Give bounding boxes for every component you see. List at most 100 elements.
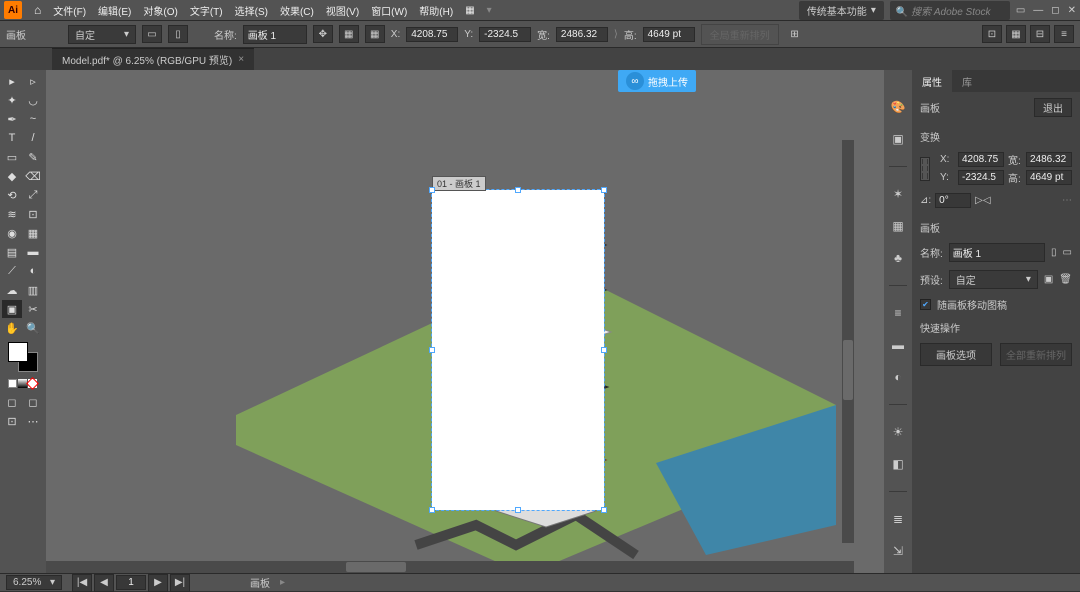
direct-select-tool-icon[interactable]: ▹ xyxy=(23,72,43,90)
swatches-panel-icon[interactable]: ▦ xyxy=(889,219,907,233)
symbols-panel-icon[interactable]: ♣ xyxy=(889,251,907,265)
window-minimize-icon[interactable]: — xyxy=(1033,5,1043,16)
footer-dropdown-icon[interactable]: ▸ xyxy=(280,577,285,588)
selection-tool-icon[interactable]: ▸ xyxy=(2,72,22,90)
nav-first-icon[interactable]: |◀ xyxy=(72,574,92,592)
magic-wand-tool-icon[interactable]: ✦ xyxy=(2,91,22,109)
flip-h-icon[interactable]: ▷◁ xyxy=(975,195,990,206)
artboard-bounds[interactable]: 01 - 画板 1 xyxy=(432,190,604,510)
orient-landscape-icon-panel[interactable]: ▭ xyxy=(1063,247,1072,258)
prop-y-input[interactable]: -2324.5 xyxy=(958,170,1004,185)
align-icon[interactable]: ⊞ xyxy=(785,25,805,43)
menu-window[interactable]: 窗口(W) xyxy=(371,3,407,18)
exit-isolation-button[interactable]: 退出 xyxy=(1034,98,1072,117)
perspective-tool-icon[interactable]: ▦ xyxy=(23,224,43,242)
tab-libraries[interactable]: 库 xyxy=(952,70,982,93)
hand-tool-icon[interactable]: ✋ xyxy=(2,319,22,337)
artboard-name-input[interactable]: 画板 1 xyxy=(243,25,307,44)
zoom-dropdown[interactable]: 6.25%▾ xyxy=(6,575,62,590)
preset-dropdown-panel[interactable]: 自定▾ xyxy=(949,270,1038,289)
orient-landscape-icon[interactable]: ▭ xyxy=(142,25,162,43)
edit-toolbar-icon[interactable]: ⋯ xyxy=(23,412,43,430)
vertical-scrollbar[interactable] xyxy=(842,140,854,543)
ref-point2-icon[interactable]: ▦ xyxy=(365,25,385,43)
move-with-art-icon[interactable]: ✥ xyxy=(313,25,333,43)
artboard-index-input[interactable]: 1 xyxy=(116,575,146,590)
graphic-styles-panel-icon[interactable]: ◧ xyxy=(889,457,907,471)
draw-mode-normal-icon[interactable]: ◻ xyxy=(2,393,22,411)
free-transform-tool-icon[interactable]: ⊡ xyxy=(23,205,43,223)
color-panel-icon[interactable]: 🎨 xyxy=(889,100,907,114)
ref-point-icon[interactable]: ▦ xyxy=(339,25,359,43)
menu-type[interactable]: 文字(T) xyxy=(190,3,223,18)
tab-properties[interactable]: 属性 xyxy=(912,70,952,93)
width-tool-icon[interactable]: ≋ xyxy=(2,205,22,223)
document-tab[interactable]: Model.pdf* @ 6.25% (RGB/GPU 预览) × xyxy=(52,48,254,70)
menu-help[interactable]: 帮助(H) xyxy=(419,3,453,18)
screen-mode-icon[interactable]: ⊡ xyxy=(2,412,22,430)
menu-edit[interactable]: 编辑(E) xyxy=(98,3,131,18)
orient-portrait-icon-panel[interactable]: ▯ xyxy=(1051,247,1057,258)
nav-next-icon[interactable]: ▶ xyxy=(148,574,168,592)
asset-export-panel-icon[interactable]: ⇲ xyxy=(889,544,907,558)
rotate-tool-icon[interactable]: ⟲ xyxy=(2,186,22,204)
window-close-icon[interactable]: ✕ xyxy=(1068,5,1076,16)
shaper-tool-icon[interactable]: ◆ xyxy=(2,167,22,185)
menu-file[interactable]: 文件(F) xyxy=(53,3,86,18)
move-art-checkbox-row[interactable]: ✔ 随画板移动图稿 xyxy=(920,297,1072,312)
artboard-options-button[interactable]: 画板选项 xyxy=(920,343,992,366)
menu-extra-icon[interactable]: ▦ xyxy=(465,5,474,16)
slice-tool-icon[interactable]: ✂ xyxy=(23,300,43,318)
menu-effect[interactable]: 效果(C) xyxy=(280,3,314,18)
search-stock-input[interactable]: 🔍 搜索 Adobe Stock xyxy=(890,1,1010,20)
prop-h-input[interactable]: 4649 pt xyxy=(1026,170,1072,185)
menu-view[interactable]: 视图(V) xyxy=(326,3,359,18)
window-arrange-icon[interactable]: ▭ xyxy=(1016,5,1025,16)
preset-dropdown[interactable]: 自定▾ xyxy=(68,25,136,44)
y-input[interactable]: -2324.5 xyxy=(479,27,531,42)
color-mode-row[interactable] xyxy=(8,379,38,388)
eyedropper-tool-icon[interactable]: ⟋ xyxy=(2,262,22,280)
upload-badge[interactable]: ∞ 拖拽上传 xyxy=(618,70,696,92)
menu-object[interactable]: 对象(O) xyxy=(143,3,177,18)
reference-point-grid[interactable] xyxy=(920,157,930,181)
x-input[interactable]: 4208.75 xyxy=(406,27,458,42)
graph-tool-icon[interactable]: ▥ xyxy=(23,281,43,299)
fill-stroke-swatch[interactable] xyxy=(8,342,38,372)
lasso-tool-icon[interactable]: ◡ xyxy=(23,91,43,109)
setup-icon[interactable]: ⊡ xyxy=(982,25,1002,43)
mesh-tool-icon[interactable]: ▤ xyxy=(2,243,22,261)
blend-tool-icon[interactable]: ◐ xyxy=(23,262,43,280)
horizontal-scrollbar[interactable] xyxy=(46,561,854,573)
prop-angle-input[interactable]: 0° xyxy=(935,193,971,208)
layers-panel-icon[interactable]: ≣ xyxy=(889,512,907,526)
nav-last-icon[interactable]: ▶| xyxy=(170,574,190,592)
eraser-tool-icon[interactable]: ⌫ xyxy=(23,167,43,185)
link-wh-icon[interactable]: ⟩ xyxy=(614,29,618,40)
orient-portrait-icon[interactable]: ▯ xyxy=(168,25,188,43)
grid-icon[interactable]: ▦ xyxy=(1006,25,1026,43)
curvature-tool-icon[interactable]: ~ xyxy=(23,110,43,128)
delete-artboard-icon[interactable]: 🗑 xyxy=(1059,274,1072,285)
scale-tool-icon[interactable]: ⤢ xyxy=(23,186,43,204)
tab-close-icon[interactable]: × xyxy=(238,54,244,65)
draw-mode-behind-icon[interactable]: ◻ xyxy=(23,393,43,411)
prop-w-input[interactable]: 2486.32 xyxy=(1026,152,1072,167)
line-tool-icon[interactable]: / xyxy=(23,129,43,147)
brush-tool-icon[interactable]: ✎ xyxy=(23,148,43,166)
rearrange-all-button[interactable]: 全局重新排列 xyxy=(701,24,779,45)
artboard-name-input-panel[interactable]: 画板 1 xyxy=(949,243,1045,262)
home-icon[interactable]: ⌂ xyxy=(34,3,41,17)
gradient-panel-icon[interactable]: ▬ xyxy=(889,338,907,352)
shape-builder-tool-icon[interactable]: ◉ xyxy=(2,224,22,242)
pen-tool-icon[interactable]: ✒ xyxy=(2,110,22,128)
zoom-tool-icon[interactable]: 🔍 xyxy=(23,319,43,337)
type-tool-icon[interactable]: T xyxy=(2,129,22,147)
workspace-dropdown[interactable]: 传统基本功能▾ xyxy=(799,1,884,20)
artboard-panel-icon[interactable]: ▣ xyxy=(889,132,907,146)
appearance-panel-icon[interactable]: ☀ xyxy=(889,425,907,439)
w-input[interactable]: 2486.32 xyxy=(556,27,608,42)
menu-select[interactable]: 选择(S) xyxy=(235,3,268,18)
rect-tool-icon[interactable]: ▭ xyxy=(2,148,22,166)
h-input[interactable]: 4649 pt xyxy=(643,27,695,42)
